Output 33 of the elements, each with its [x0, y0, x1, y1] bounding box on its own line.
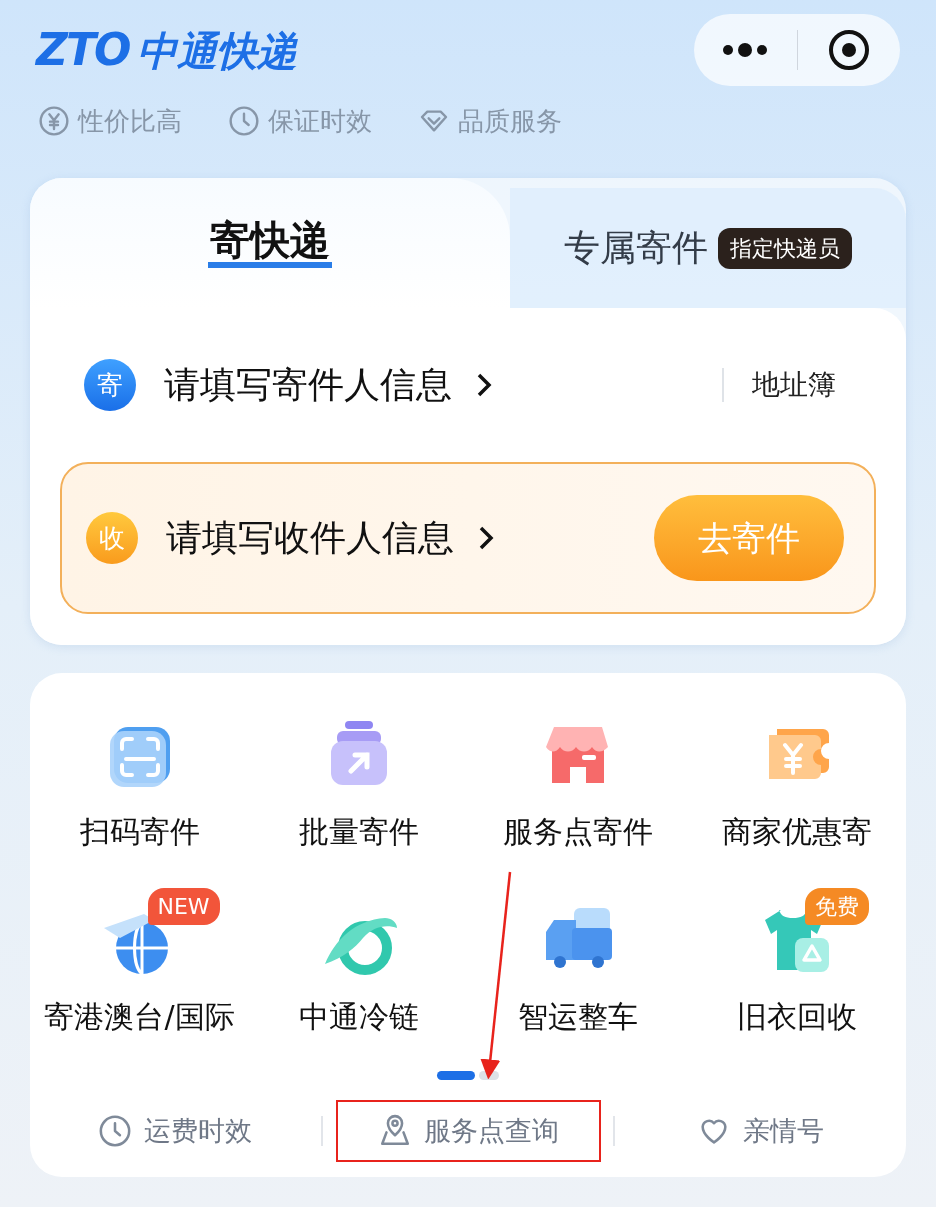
- service-badge: 免费: [804, 888, 869, 925]
- service-item[interactable]: 智运整车: [468, 884, 687, 1039]
- service-badge: NEW: [147, 888, 220, 925]
- quick-link[interactable]: 服务点查询: [335, 1100, 601, 1162]
- logo-mark: ZTO: [36, 28, 130, 72]
- feature-label: 性价比高: [78, 104, 182, 138]
- sender-prompt[interactable]: 请填写寄件人信息: [164, 358, 452, 412]
- service-item[interactable]: 免费 旧衣回收: [687, 884, 906, 1039]
- quick-link[interactable]: 亲情号: [691, 1100, 831, 1162]
- service-item[interactable]: 服务点寄件: [468, 699, 687, 854]
- close-target-icon[interactable]: [826, 28, 871, 72]
- address-book-link[interactable]: 地址簿: [752, 364, 836, 406]
- service-item[interactable]: 中通冷链: [249, 884, 468, 1039]
- chevron-right-icon: [476, 372, 492, 398]
- service-item[interactable]: 批量寄件: [249, 699, 468, 854]
- more-icon[interactable]: [721, 43, 770, 57]
- receiver-marker: 收: [86, 512, 138, 564]
- clock-icon: [228, 105, 260, 137]
- feature-label: 保证时效: [268, 104, 372, 138]
- service-item[interactable]: NEW 寄港澳台/国际: [30, 884, 249, 1039]
- yuan-icon: [38, 105, 70, 137]
- tab-badge: 指定快递员: [718, 227, 852, 269]
- chevron-right-icon: [478, 525, 494, 551]
- tab[interactable]: 专属寄件 指定快递员: [510, 188, 906, 308]
- service-item[interactable]: 商家优惠寄: [687, 699, 906, 854]
- clock-icon: [98, 1114, 133, 1148]
- sender-marker: 寄: [84, 359, 136, 411]
- logo-text: 中通快递: [137, 31, 298, 71]
- tab[interactable]: 寄快递: [30, 178, 510, 308]
- service-item[interactable]: 扫码寄件: [30, 699, 249, 854]
- feature-label: 品质服务: [458, 104, 562, 138]
- quick-link[interactable]: 运费时效: [92, 1100, 259, 1162]
- receiver-prompt[interactable]: 请填写收件人信息: [166, 511, 454, 565]
